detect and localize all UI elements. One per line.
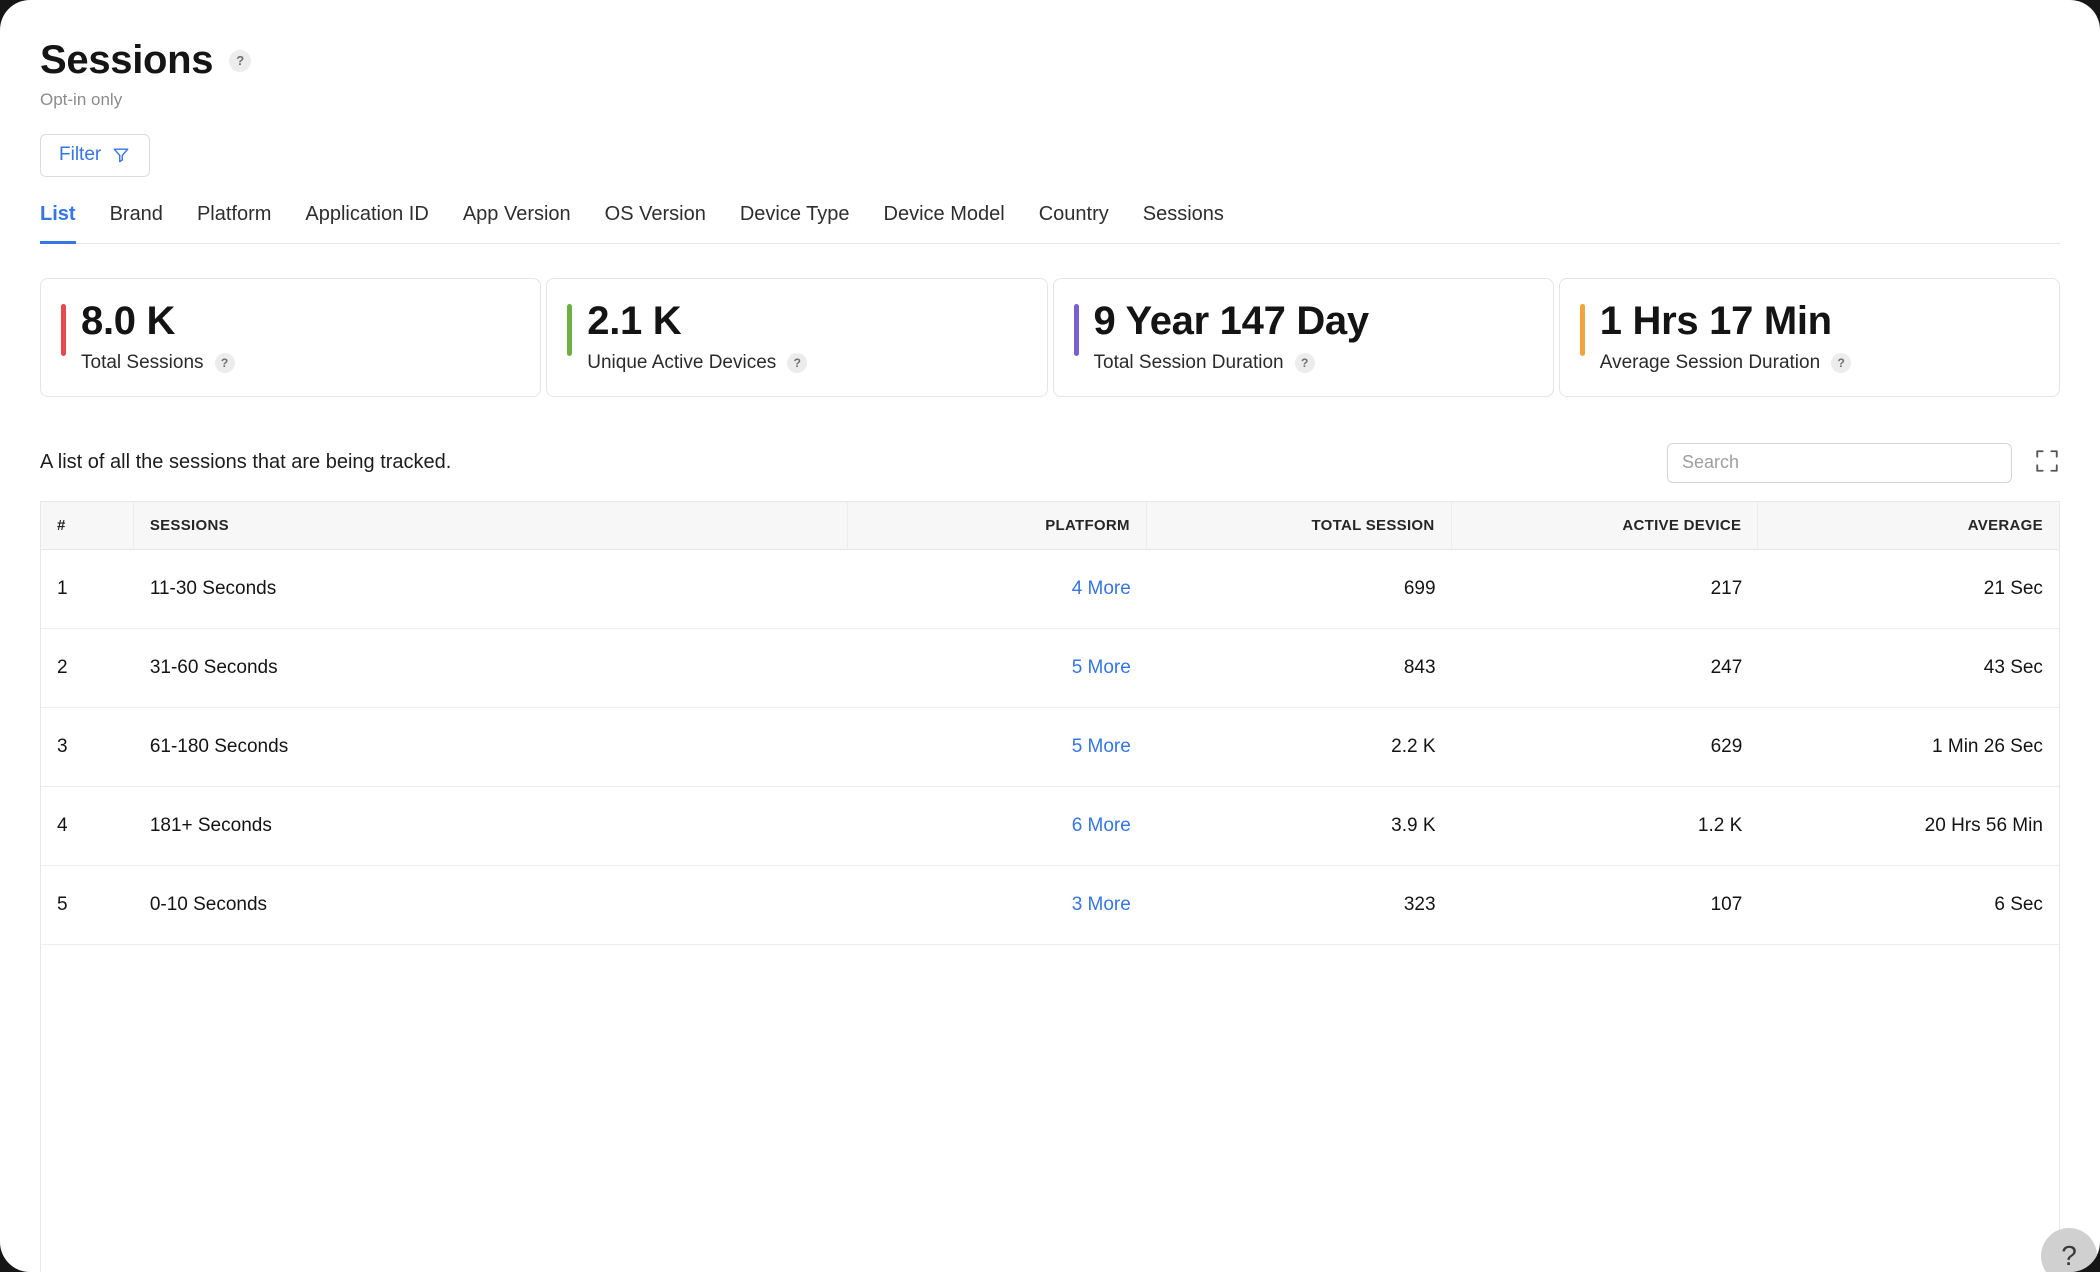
help-fab-button[interactable]: ?: [2041, 1228, 2097, 1272]
col-header-total-session: TOTAL SESSION: [1147, 501, 1452, 549]
stat-help-icon[interactable]: ?: [787, 352, 808, 373]
filter-funnel-icon: [111, 145, 131, 165]
cell-total-session: 3.9 K: [1391, 814, 1436, 836]
col-header-average: AVERAGE: [1967, 516, 2043, 534]
report-tabs: List Brand Platform Application ID App V…: [40, 203, 2060, 244]
cell-average: 21 Sec: [1983, 577, 2043, 599]
tab-country[interactable]: Country: [1039, 203, 1109, 244]
cell-active-device: 107: [1710, 893, 1743, 915]
stat-help-icon[interactable]: ?: [1831, 352, 1852, 373]
page-title: Sessions: [40, 38, 214, 82]
cell-sessions: 61-180 Seconds: [149, 735, 289, 757]
stat-value: 2.1 K: [587, 299, 682, 343]
stat-label: Unique Active Devices: [587, 351, 777, 373]
cell-total-session: 699: [1403, 577, 1436, 599]
sessions-table: # SESSIONS PLATFORM TOTAL SESSION ACTIVE…: [40, 500, 2060, 1272]
col-header-platform: PLATFORM: [848, 501, 1147, 549]
tab-application-id[interactable]: Application ID: [305, 203, 428, 244]
table-row: 4 181+ Seconds 6 More 3.9 K 1.2 K 20 Hrs…: [41, 787, 2059, 866]
fullscreen-icon: [2034, 448, 2060, 477]
tab-device-model[interactable]: Device Model: [884, 203, 1005, 244]
filter-button[interactable]: Filter: [40, 134, 151, 177]
platform-more-link[interactable]: 6 More: [1072, 815, 1131, 836]
stat-card-total-session-duration: 9 Year 147 Day Total Session Duration ?: [1052, 278, 1554, 397]
table-row: 5 0-10 Seconds 3 More 323 107 6 Sec: [41, 866, 2059, 945]
tab-os-version[interactable]: OS Version: [605, 203, 706, 244]
table-header-row: # SESSIONS PLATFORM TOTAL SESSION ACTIVE…: [41, 501, 2059, 550]
table-toolbar: A list of all the sessions that are bein…: [40, 442, 2060, 483]
stat-accent-bar: [567, 304, 573, 356]
cell-sessions: 181+ Seconds: [149, 814, 272, 836]
platform-more-link[interactable]: 5 More: [1072, 657, 1131, 678]
cell-total-session: 323: [1403, 893, 1436, 915]
cell-index: 1: [57, 577, 68, 599]
platform-more-link[interactable]: 4 More: [1072, 578, 1131, 599]
cell-active-device: 217: [1710, 577, 1743, 599]
stat-card-unique-active-devices: 2.1 K Unique Active Devices ?: [546, 278, 1048, 397]
col-header-index: #: [41, 501, 134, 549]
stats-row: 8.0 K Total Sessions ? 2.1 K Unique Acti…: [40, 278, 2060, 397]
stat-value: 9 Year 147 Day: [1093, 299, 1370, 343]
stat-help-icon[interactable]: ?: [1294, 352, 1315, 373]
page-subtitle: Opt-in only: [40, 90, 123, 109]
stat-value: 1 Hrs 17 Min: [1599, 299, 1832, 343]
stat-accent-bar: [1073, 304, 1079, 356]
stat-label: Total Sessions: [81, 351, 204, 373]
title-help-icon[interactable]: ?: [229, 49, 252, 72]
search-input[interactable]: [1667, 442, 2012, 483]
table-row: 1 11-30 Seconds 4 More 699 217 21 Sec: [41, 550, 2059, 629]
tab-device-type[interactable]: Device Type: [740, 203, 850, 244]
cell-index: 3: [57, 735, 68, 757]
cell-active-device: 1.2 K: [1697, 814, 1743, 836]
tab-platform[interactable]: Platform: [197, 203, 271, 244]
cell-active-device: 629: [1710, 735, 1743, 757]
cell-sessions: 11-30 Seconds: [149, 577, 277, 599]
platform-more-link[interactable]: 5 More: [1072, 736, 1131, 757]
cell-average: 6 Sec: [1994, 893, 2043, 915]
page-header: Sessions ?: [40, 38, 2060, 83]
stat-card-total-sessions: 8.0 K Total Sessions ?: [40, 278, 542, 397]
platform-more-link[interactable]: 3 More: [1072, 894, 1131, 915]
cell-sessions: 0-10 Seconds: [149, 893, 268, 915]
cell-average: 1 Min 26 Sec: [1932, 735, 2043, 757]
stat-accent-bar: [61, 304, 66, 356]
col-header-active-device: ACTIVE DEVICE: [1452, 501, 1759, 549]
cell-total-session: 843: [1403, 656, 1436, 678]
tab-list[interactable]: List: [40, 203, 76, 244]
stat-label: Average Session Duration: [1599, 351, 1821, 373]
table-row: 3 61-180 Seconds 5 More 2.2 K 629 1 Min …: [41, 708, 2059, 787]
cell-index: 4: [57, 814, 68, 836]
stat-value: 8.0 K: [81, 299, 176, 343]
fullscreen-button[interactable]: [2034, 448, 2060, 477]
tab-sessions[interactable]: Sessions: [1143, 203, 1224, 244]
stat-label: Total Session Duration: [1093, 351, 1284, 373]
stat-accent-bar: [1579, 304, 1585, 356]
table-row: 2 31-60 Seconds 5 More 843 247 43 Sec: [41, 629, 2059, 708]
filter-button-label: Filter: [59, 144, 102, 165]
stat-help-icon[interactable]: ?: [214, 352, 235, 373]
tab-app-version[interactable]: App Version: [463, 203, 571, 244]
cell-sessions: 31-60 Seconds: [149, 656, 278, 678]
cell-average: 20 Hrs 56 Min: [1924, 814, 2043, 836]
cell-active-device: 247: [1710, 656, 1743, 678]
cell-index: 2: [57, 656, 68, 678]
cell-average: 43 Sec: [1983, 656, 2043, 678]
sessions-page: Sessions ? Opt-in only Filter List Brand…: [0, 0, 2100, 1272]
table-description: A list of all the sessions that are bein…: [40, 451, 452, 474]
stat-card-average-session-duration: 1 Hrs 17 Min Average Session Duration ?: [1558, 278, 2060, 397]
tab-brand[interactable]: Brand: [110, 203, 163, 244]
col-header-sessions: SESSIONS: [134, 501, 849, 549]
cell-index: 5: [57, 893, 68, 915]
cell-total-session: 2.2 K: [1391, 735, 1436, 757]
